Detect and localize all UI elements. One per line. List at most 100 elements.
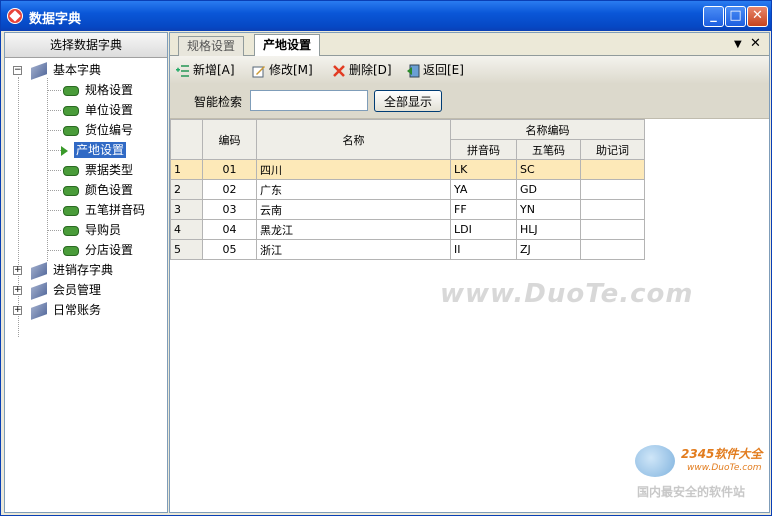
- expand-icon[interactable]: +: [13, 286, 22, 295]
- tab-origin-settings[interactable]: 产地设置: [254, 34, 321, 56]
- window-title: 数据字典: [29, 12, 82, 27]
- minimize-button[interactable]: _: [703, 6, 724, 27]
- selected-arrow-icon: [61, 145, 68, 156]
- cell-name[interactable]: 浙江: [256, 239, 451, 260]
- cell-pinyin[interactable]: YA: [450, 179, 517, 200]
- cell-memo[interactable]: [580, 179, 645, 200]
- cell-memo[interactable]: [580, 219, 645, 240]
- tree-item-sales-guide[interactable]: 导购员: [47, 220, 123, 240]
- watermark: www.DuoTe.com: [440, 279, 694, 309]
- tree-item-spec[interactable]: 规格设置: [47, 80, 135, 100]
- edit-label: 修改[M]: [269, 63, 313, 77]
- sidebar-header: 选择数据字典: [5, 33, 167, 58]
- cell-code[interactable]: 04: [202, 219, 257, 240]
- leaf-icon: [63, 225, 79, 236]
- tree-item-label: 产地设置: [74, 142, 127, 158]
- cell-code[interactable]: 03: [202, 199, 257, 220]
- cell-code[interactable]: 05: [202, 239, 257, 260]
- tree-group-label: 进销存字典: [53, 263, 114, 277]
- tree-group-inventory[interactable]: + 进销存字典: [13, 260, 115, 280]
- tab-close-icon[interactable]: ✕: [750, 36, 761, 51]
- row-number: 4: [170, 219, 203, 240]
- add-icon: [176, 64, 189, 77]
- edit-icon: [252, 65, 265, 77]
- tree-item-location[interactable]: 货位编号: [47, 120, 135, 140]
- tree-item-label: 分店设置: [85, 243, 134, 257]
- cell-code[interactable]: 01: [202, 159, 257, 180]
- cell-wubi[interactable]: GD: [516, 179, 581, 200]
- table-row[interactable]: 4 04 黑龙江 LDI HLJ: [170, 219, 645, 240]
- tree-item-branch[interactable]: 分店设置: [47, 240, 135, 260]
- logo-site: www.DuoTe.com: [687, 463, 762, 473]
- cell-name[interactable]: 云南: [256, 199, 451, 220]
- cell-pinyin[interactable]: II: [450, 239, 517, 260]
- cell-code[interactable]: 02: [202, 179, 257, 200]
- cell-pinyin[interactable]: LDI: [450, 219, 517, 240]
- tab-bar: 规格设置 产地设置 ▼ ✕: [170, 33, 769, 56]
- cell-pinyin[interactable]: FF: [450, 199, 517, 220]
- cell-memo[interactable]: [580, 239, 645, 260]
- column-header-code[interactable]: 编码: [202, 119, 257, 160]
- cell-wubi[interactable]: YN: [516, 199, 581, 220]
- cell-memo[interactable]: [580, 159, 645, 180]
- close-button[interactable]: ✕: [747, 6, 768, 27]
- cell-name[interactable]: 四川: [256, 159, 451, 180]
- tree-group-members[interactable]: + 会员管理: [13, 280, 103, 300]
- leaf-icon: [63, 85, 79, 96]
- book-icon: [31, 281, 47, 300]
- column-header-name[interactable]: 名称: [256, 119, 451, 160]
- tree-item-label: 单位设置: [85, 103, 134, 117]
- table-row[interactable]: 5 05 浙江 II ZJ: [170, 239, 645, 260]
- collapse-icon[interactable]: −: [13, 66, 22, 75]
- tree-item-bill-type[interactable]: 票据类型: [47, 160, 135, 180]
- search-input[interactable]: [250, 90, 368, 111]
- logo-slogan: 国内最安全的软件站: [637, 485, 746, 499]
- row-number: 1: [170, 159, 203, 180]
- cell-name[interactable]: 广东: [256, 179, 451, 200]
- column-header-wubi[interactable]: 五笔码: [516, 139, 581, 160]
- tab-spec-settings[interactable]: 规格设置: [178, 36, 245, 56]
- edit-button[interactable]: 修改[M]: [252, 61, 313, 79]
- delete-icon: [333, 64, 345, 77]
- column-header-memo[interactable]: 助记词: [580, 139, 645, 160]
- tree-group-label: 基本字典: [53, 63, 102, 77]
- add-button[interactable]: 新增[A]: [176, 61, 235, 79]
- back-button[interactable]: 返回[E]: [406, 61, 464, 79]
- exit-door-icon: [407, 64, 420, 77]
- cell-wubi[interactable]: HLJ: [516, 219, 581, 240]
- leaf-icon: [63, 165, 79, 176]
- logo-brand: 2345软件大全: [681, 447, 763, 461]
- book-icon: [31, 301, 47, 320]
- expand-icon[interactable]: +: [13, 306, 22, 315]
- cell-name[interactable]: 黑龙江: [256, 219, 451, 240]
- maximize-button[interactable]: □: [725, 6, 746, 27]
- cell-memo[interactable]: [580, 199, 645, 220]
- show-all-button[interactable]: 全部显示: [374, 90, 442, 112]
- delete-button[interactable]: 删除[D]: [332, 61, 392, 79]
- leaf-icon: [63, 105, 79, 116]
- toolbar: 新增[A] 修改[M] 删除[D] 返回[E]: [170, 56, 769, 84]
- title-bar[interactable]: 数据字典 _ □ ✕: [1, 1, 771, 31]
- add-label: 新增[A]: [193, 63, 235, 77]
- tree-item-color[interactable]: 颜色设置: [47, 180, 135, 200]
- tree-group-basic[interactable]: − 基本字典: [13, 60, 103, 80]
- table-row[interactable]: 1 01 四川 LK SC: [170, 159, 645, 180]
- cell-pinyin[interactable]: LK: [450, 159, 517, 180]
- tree-item-unit[interactable]: 单位设置: [47, 100, 135, 120]
- search-bar: 智能检索 全部显示: [170, 84, 769, 119]
- cell-wubi[interactable]: SC: [516, 159, 581, 180]
- expand-icon[interactable]: +: [13, 266, 22, 275]
- mascot-icon: [635, 445, 675, 477]
- tab-dropdown-icon[interactable]: ▼: [734, 39, 742, 50]
- table-row[interactable]: 2 02 广东 YA GD: [170, 179, 645, 200]
- column-header-pinyin[interactable]: 拼音码: [450, 139, 517, 160]
- leaf-icon: [63, 245, 79, 256]
- leaf-icon: [63, 185, 79, 196]
- app-window: 数据字典 _ □ ✕ 选择数据字典 − 基本字典 规格设置 单位设置 货位编号 …: [0, 0, 772, 516]
- cell-wubi[interactable]: ZJ: [516, 239, 581, 260]
- tree-item-origin[interactable]: 产地设置: [47, 140, 127, 160]
- table-row[interactable]: 3 03 云南 FF YN: [170, 199, 645, 220]
- tree-group-accounts[interactable]: + 日常账务: [13, 300, 103, 320]
- tree-item-wubi-pinyin[interactable]: 五笔拼音码: [47, 200, 147, 220]
- back-label: 返回[E]: [423, 63, 464, 77]
